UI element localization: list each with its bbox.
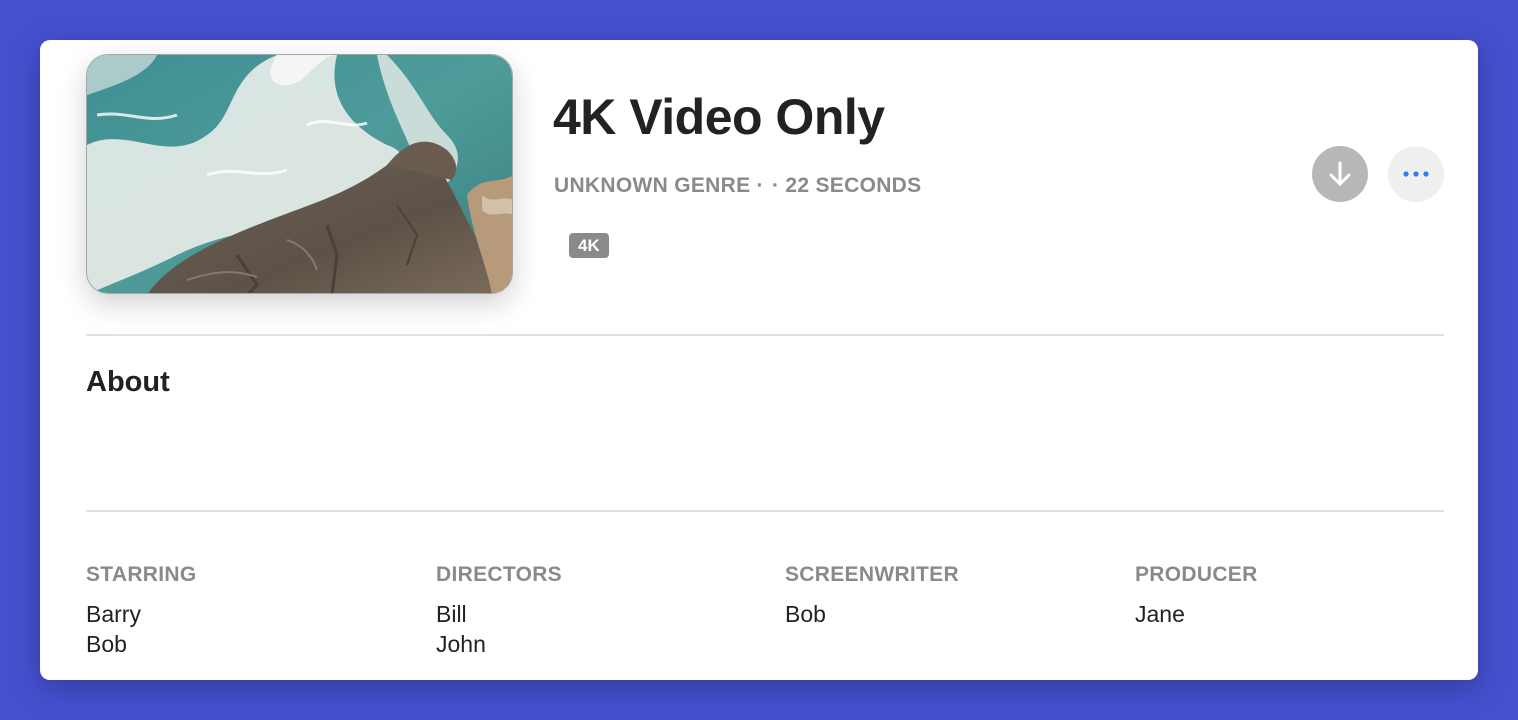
screenwriter-name: Bob [785,601,826,627]
genre-label: UNKNOWN GENRE · [554,174,764,197]
duration-label: · 22 SECONDS [771,174,922,197]
video-title: 4K Video Only [553,89,885,145]
screenwriter-label: SCREENWRITER [785,563,959,586]
video-detail-window: 4K Video Only UNKNOWN GENRE · · 22 SECON… [40,40,1478,680]
video-thumbnail[interactable] [86,54,513,294]
producer-label: PRODUCER [1135,563,1258,586]
ocean-rocks-image [87,55,512,293]
more-options-button[interactable] [1388,146,1444,202]
ellipsis-icon [1403,171,1429,177]
directors-label: DIRECTORS [436,563,562,586]
starring-label: STARRING [86,563,197,586]
director-name: Bill [436,601,467,627]
screenwriter-column: SCREENWRITER Bob [785,562,1105,629]
resolution-badge: 4K [569,233,609,258]
video-meta: UNKNOWN GENRE · · 22 SECONDS [554,174,923,198]
arrow-down-icon [1329,161,1351,186]
producer-name: Jane [1135,601,1185,627]
starring-column: STARRING Barry Bob [86,562,406,659]
credits-section: STARRING Barry Bob DIRECTORS Bill John S… [86,562,1478,672]
divider-top [86,334,1444,336]
directors-column: DIRECTORS Bill John [436,562,756,659]
starring-name: Barry [86,601,141,627]
director-name: John [436,631,486,657]
divider-bottom [86,510,1444,512]
about-heading: About [86,366,170,398]
producer-column: PRODUCER Jane [1135,562,1455,629]
download-button[interactable] [1312,146,1368,202]
starring-name: Bob [86,631,127,657]
